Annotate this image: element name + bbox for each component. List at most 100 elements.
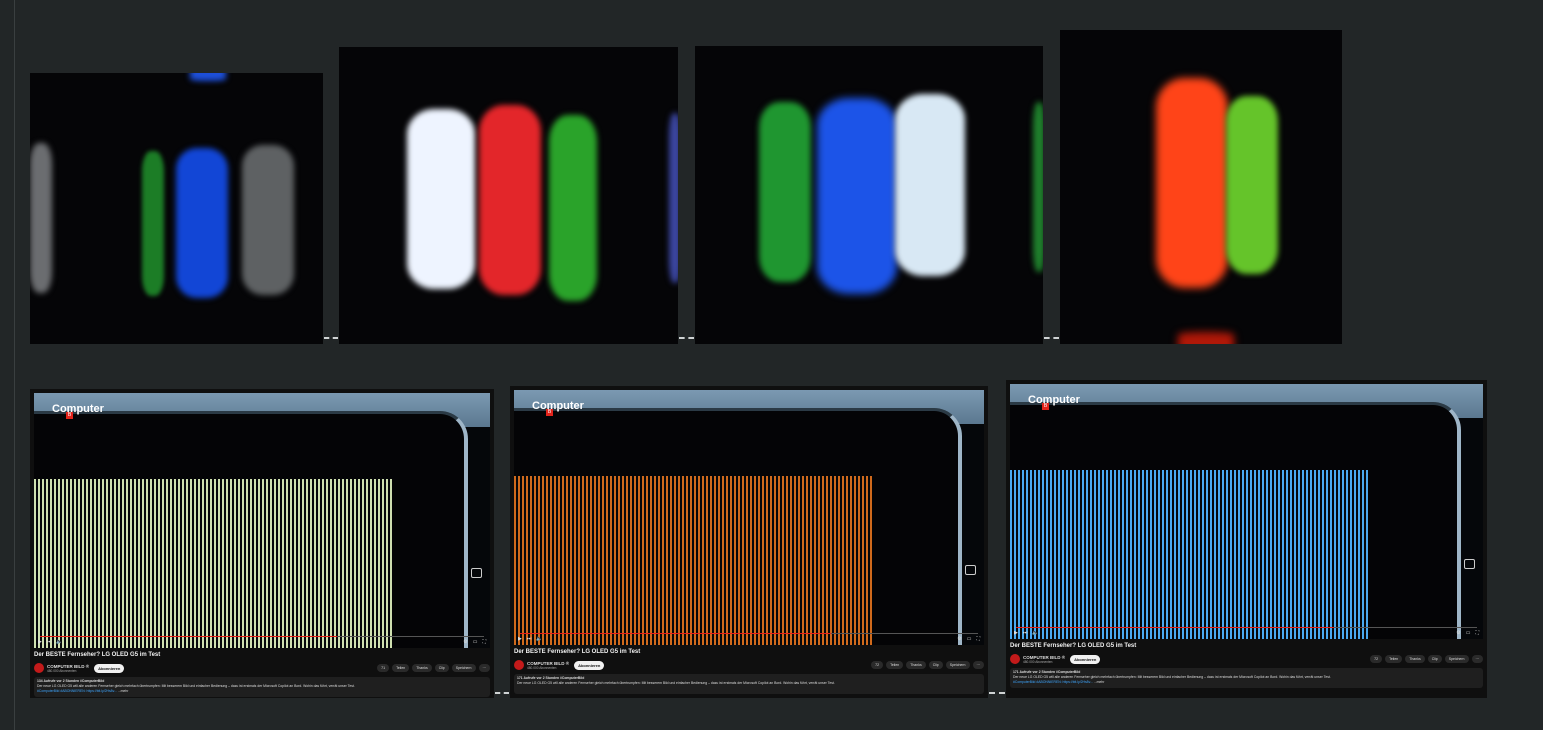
description-box[interactable]: 134 Aufrufe vor 2 Stunden #ComputerBild … xyxy=(34,677,490,697)
channel-logo: Computer xyxy=(532,400,584,412)
play-icon[interactable]: ▶ xyxy=(518,636,522,642)
more-icon[interactable]: ⋯ xyxy=(972,661,984,669)
subpixel-blue-top xyxy=(190,73,226,81)
logo-badge: B xyxy=(66,412,73,419)
connector-1 xyxy=(324,337,338,339)
video-player[interactable]: Computer B xyxy=(514,390,984,645)
channel-row: COMPUTER BILD ® 480.000 Abonnenten Abonn… xyxy=(34,662,490,674)
subpixel-white xyxy=(242,145,294,295)
description-box[interactable]: 171 Aufrufe vor 2 Stunden #ComputerBild … xyxy=(1010,668,1483,688)
player-controls: ▶ ⏭ 🔈 ⚙ ▭ ⛶ xyxy=(514,632,984,646)
action-button[interactable]: Thanks xyxy=(906,661,926,669)
connector-3 xyxy=(1044,337,1059,339)
action-button[interactable]: Clip xyxy=(928,661,943,669)
play-icon[interactable]: ▶ xyxy=(38,639,42,645)
fullscreen-icon[interactable]: ⛶ xyxy=(482,639,486,645)
fullscreen-icon[interactable]: ⛶ xyxy=(976,636,980,642)
theater-icon[interactable]: ▭ xyxy=(967,636,972,642)
volume-icon[interactable]: 🔈 xyxy=(56,639,62,645)
fullscreen-icon[interactable]: ⛶ xyxy=(1475,630,1479,636)
subpixel-green xyxy=(1226,96,1278,274)
macro-photo-3 xyxy=(695,46,1043,344)
theater-icon[interactable]: ▭ xyxy=(473,639,478,645)
channel-row: COMPUTER BILD ® 480.000 Abonnenten Abonn… xyxy=(514,659,984,671)
channel-name[interactable]: COMPUTER BILD ® xyxy=(47,664,89,669)
connector-2 xyxy=(679,337,694,339)
subpixel-red xyxy=(1156,78,1228,288)
more-link[interactable]: ...mehr xyxy=(118,689,129,693)
subpixel-green xyxy=(759,102,811,282)
volume-icon[interactable]: 🔈 xyxy=(536,636,542,642)
description-text: Der neue LG OLED G5 will alle anderen Fe… xyxy=(517,681,835,685)
more-link[interactable]: ...mehr xyxy=(1094,680,1105,684)
description-link[interactable]: #ComputerBild #ABONNIEREN: https://bit.l… xyxy=(1013,680,1093,684)
miniplayer-icon[interactable] xyxy=(1464,559,1475,569)
action-button[interactable]: Thanks xyxy=(412,664,432,672)
settings-icon[interactable]: ⚙ xyxy=(1456,630,1460,636)
connector-shot-2 xyxy=(989,692,1005,694)
subscribe-button[interactable]: Abonnieren xyxy=(574,660,605,670)
more-icon[interactable]: ⋯ xyxy=(478,664,490,672)
action-button[interactable]: Speichern xyxy=(945,661,970,669)
subpixel-red xyxy=(479,105,541,295)
theater-icon[interactable]: ▭ xyxy=(1466,630,1471,636)
action-button[interactable]: 72 xyxy=(1370,655,1383,663)
action-button[interactable]: Speichern xyxy=(451,664,476,672)
next-icon[interactable]: ⏭ xyxy=(1023,630,1028,636)
action-buttons: 72 Teilen Thanks Clip Speichern ⋯ xyxy=(1370,655,1483,663)
connector-shot-1 xyxy=(495,692,509,694)
video-player[interactable]: Computer B xyxy=(34,393,490,648)
action-button[interactable]: 72 xyxy=(871,661,884,669)
miniplayer-icon[interactable] xyxy=(471,568,482,578)
settings-icon[interactable]: ⚙ xyxy=(957,636,961,642)
channel-logo: Computer xyxy=(52,403,104,415)
pixel-grid xyxy=(34,479,392,648)
action-button[interactable]: Clip xyxy=(434,664,449,672)
channel-name[interactable]: COMPUTER BILD ® xyxy=(1023,655,1065,660)
channel-avatar[interactable] xyxy=(514,660,524,670)
channel-row: COMPUTER BILD ® 480.000 Abonnenten Abonn… xyxy=(1010,653,1483,665)
youtube-screenshot-2: Computer B ▶ ⏭ 🔈 ⚙ ▭ ⛶ Der BESTE Fernseh… xyxy=(510,386,988,698)
volume-icon[interactable]: 🔈 xyxy=(1032,630,1038,636)
channel-logo: Computer xyxy=(1028,394,1080,406)
channel-avatar[interactable] xyxy=(34,663,44,673)
action-button[interactable]: Teilen xyxy=(392,664,410,672)
next-icon[interactable]: ⏭ xyxy=(527,636,532,642)
next-icon[interactable]: ⏭ xyxy=(47,639,52,645)
action-button[interactable]: Clip xyxy=(1427,655,1442,663)
subpixel-white xyxy=(407,109,475,289)
action-button[interactable]: Teilen xyxy=(886,661,904,669)
action-buttons: 71 Teilen Thanks Clip Speichern ⋯ xyxy=(377,664,490,672)
video-player[interactable]: Computer B xyxy=(1010,384,1483,639)
subscribe-button[interactable]: Abonnieren xyxy=(1070,654,1101,664)
subpixel-edge xyxy=(669,113,678,283)
canvas-border xyxy=(14,0,15,730)
subscriber-count: 480.000 Abonnenten xyxy=(1023,659,1053,664)
channel-name[interactable]: COMPUTER BILD ® xyxy=(527,661,569,666)
action-button[interactable]: 71 xyxy=(377,664,390,672)
more-icon[interactable]: ⋯ xyxy=(1471,655,1483,663)
miniplayer-icon[interactable] xyxy=(965,565,976,575)
pixel-grid xyxy=(514,476,872,645)
action-button[interactable]: Teilen xyxy=(1385,655,1403,663)
subscriber-count: 480.000 Abonnenten xyxy=(527,665,557,670)
macro-photo-1 xyxy=(30,73,323,344)
action-button[interactable]: Thanks xyxy=(1405,655,1425,663)
youtube-screenshot-3: Computer B ▶ ⏭ 🔈 ⚙ ▭ ⛶ Der BESTE Fernseh… xyxy=(1006,380,1487,698)
description-box[interactable]: 171 Aufrufe vor 2 Stunden #ComputerBild … xyxy=(514,674,984,694)
channel-avatar[interactable] xyxy=(1010,654,1020,664)
settings-icon[interactable]: ⚙ xyxy=(463,639,467,645)
subpixel-green xyxy=(142,151,164,296)
description-link[interactable]: #ComputerBild #ABONNIEREN: https://bit.l… xyxy=(37,689,117,693)
subpixel-edge xyxy=(1033,102,1043,272)
subpixel-grey-edge xyxy=(30,143,52,293)
play-icon[interactable]: ▶ xyxy=(1014,630,1018,636)
macro-photo-4 xyxy=(1060,30,1342,344)
video-title: Der BESTE Fernseher? LG OLED G5 im Test xyxy=(1010,643,1137,649)
action-button[interactable]: Speichern xyxy=(1444,655,1469,663)
pixel-grid xyxy=(1010,470,1368,639)
logo-badge: B xyxy=(546,409,553,416)
subpixel-green xyxy=(549,115,597,301)
subscribe-button[interactable]: Abonnieren xyxy=(94,663,125,673)
subpixel-white xyxy=(895,94,965,276)
